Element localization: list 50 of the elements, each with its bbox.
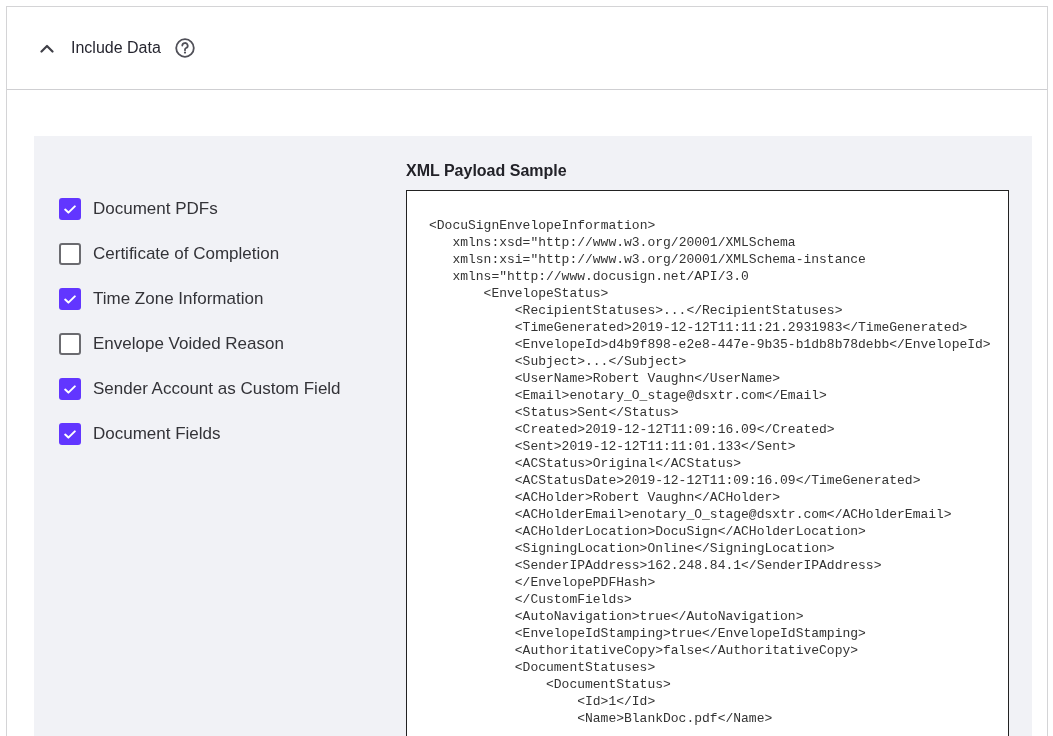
code-line: xmlns:xsd="http://www.w3.org/20001/XMLSchema — [452, 234, 797, 251]
checkbox[interactable] — [59, 333, 81, 355]
code-line: xmlns="http://www.docusign.net/API/3.0 — [452, 268, 750, 285]
option-label: Certificate of Completion — [93, 243, 280, 265]
code-line: <SigningLocation>Online</SigningLocation> — [514, 540, 836, 557]
code-line: <ACHolderEmail>enotary_O_stage@dsxtr.com</ACHolderEmail> — [514, 506, 953, 523]
option-label: Document Fields — [93, 423, 221, 445]
code-line: <EnvelopeIdStamping>true</EnvelopeIdStamping> — [514, 625, 867, 642]
section-toggle[interactable]: Include Data — [40, 37, 161, 59]
chevron-up-icon — [40, 43, 54, 53]
code-line: <Id>1</Id> — [577, 693, 657, 710]
checkmark-icon — [64, 204, 76, 214]
code-line: <Subject>...</Subject> — [514, 353, 688, 370]
code-line: </EnvelopePDFHash> — [514, 574, 657, 591]
option-label: Time Zone Information — [93, 288, 264, 310]
code-line: <AutoNavigation>true</AutoNavigation> — [514, 608, 805, 625]
code-line: <RecipientStatuses>...</RecipientStatuses> — [514, 302, 844, 319]
help-icon[interactable] — [174, 38, 195, 58]
code-line: xmlsn:xsi="http://www.w3.org/20001/XMLSchema-instance — [452, 251, 867, 268]
code-line: <DocumentStatuses> — [514, 659, 657, 676]
code-line: <DocumentStatus> — [546, 676, 672, 693]
checkmark-icon — [64, 429, 76, 439]
option-label: Document PDFs — [93, 198, 218, 220]
code-line: <SenderIPAddress>162.248.84.1</SenderIPAddress> — [514, 557, 883, 574]
code-line: <Created>2019-12-12T11:09:16.09</Created> — [514, 421, 836, 438]
code-line: <ACHolderLocation>DocuSign</ACHolderLocation> — [514, 523, 867, 540]
code-line: <AuthoritativeCopy>false</AuthoritativeCopy> — [514, 642, 860, 659]
option-label: Sender Account as Custom Field — [93, 378, 341, 400]
code-line: <Email>enotary_O_stage@dsxtr.com</Email> — [514, 387, 828, 404]
code-line: <ACStatusDate>2019-12-12T11:09:16.09</TimeGenerated> — [514, 472, 922, 489]
checkbox[interactable] — [59, 198, 81, 220]
code-line: </CustomFields> — [514, 591, 633, 608]
code-line: <EnvelopeId>d4b9f898-e2e8-447e-9b35-b1db8b78debb</EnvelopeId> — [514, 336, 992, 353]
checkbox[interactable] — [59, 288, 81, 310]
option-label: Envelope Voided Reason — [93, 333, 284, 355]
code-line: <ACHolder>Robert Vaughn</ACHolder> — [514, 489, 782, 506]
code-line: <ACStatus>Original</ACStatus> — [514, 455, 743, 472]
checkmark-icon — [64, 294, 76, 304]
checkbox[interactable] — [59, 423, 81, 445]
checkmark-icon — [64, 384, 76, 394]
code-line: <TimeGenerated>2019-12-12T11:11:21.2931983</TimeGenerated> — [514, 319, 969, 336]
code-line: <UserName>Robert Vaughn</UserName> — [514, 370, 782, 387]
code-line: <Status>Sent</Status> — [514, 404, 680, 421]
payload-title: XML Payload Sample — [406, 161, 568, 181]
code-line: <DocuSignEnvelopeInformation> — [429, 217, 657, 234]
code-line: <Sent>2019-12-12T11:11:01.133</Sent> — [514, 438, 797, 455]
code-line: <Name>BlankDoc.pdf</Name> — [577, 710, 774, 727]
code-line: <EnvelopeStatus> — [483, 285, 610, 302]
checkbox[interactable] — [59, 243, 81, 265]
checkbox[interactable] — [59, 378, 81, 400]
